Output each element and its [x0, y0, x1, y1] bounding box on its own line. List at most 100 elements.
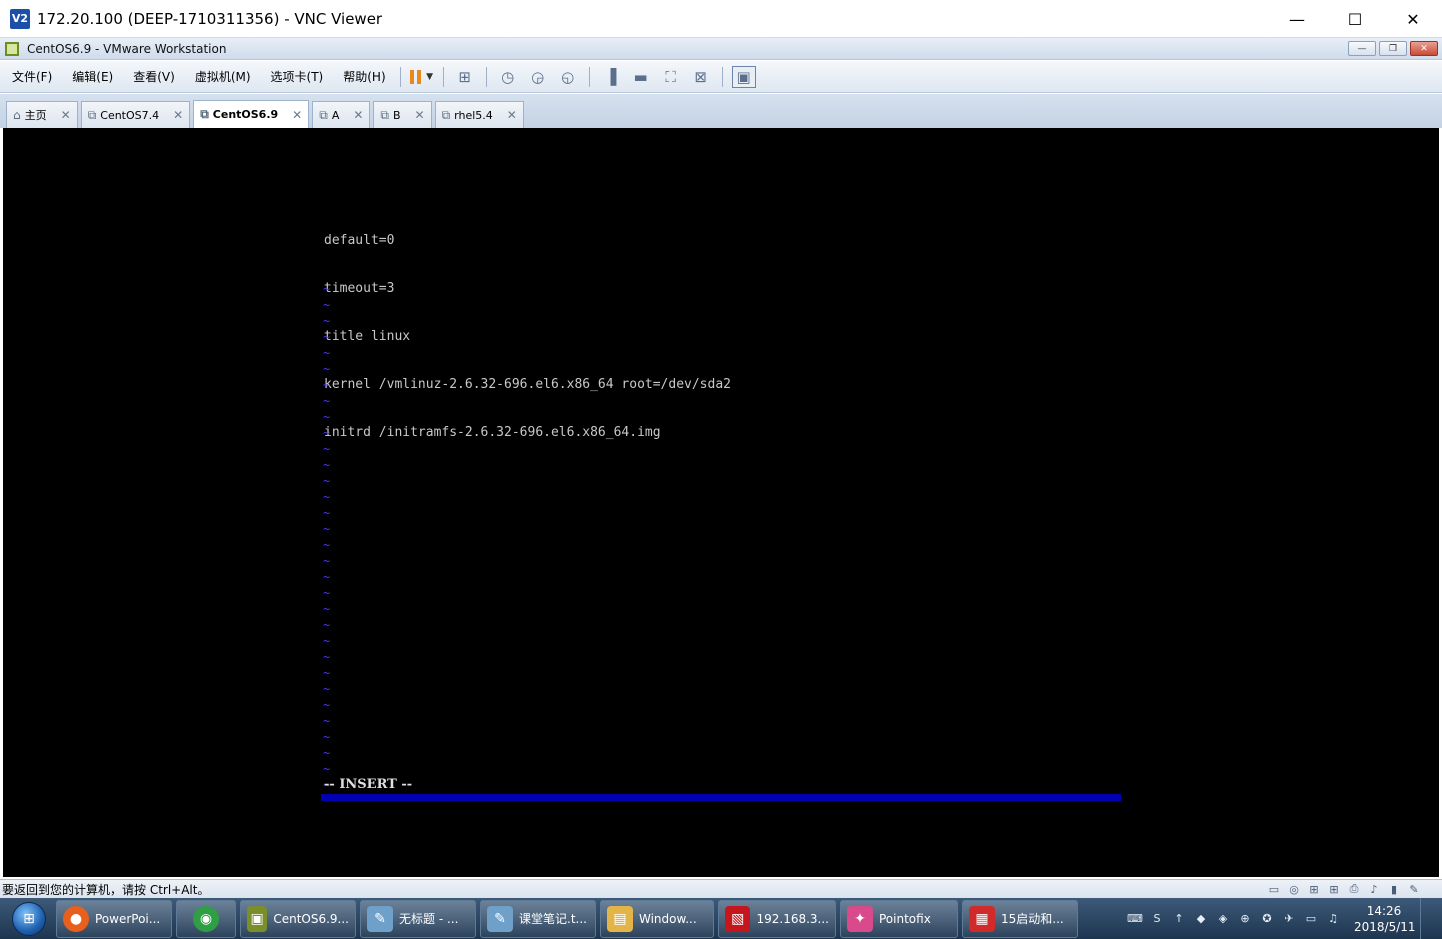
thumbnail-bar-button[interactable]: ▬ — [629, 66, 653, 88]
tab-centos69[interactable]: ⧉ CentOS6.9 ✕ — [193, 100, 310, 128]
network-adapter-icon[interactable]: ⊞ — [1306, 881, 1322, 897]
taskbar-item-vmware[interactable]: ▣ CentOS6.9... — [240, 899, 356, 938]
minimize-button[interactable]: — — [1268, 0, 1326, 38]
taskbar-item-label: 15启动和... — [1001, 912, 1064, 926]
tab-a[interactable]: ⧉ A ✕ — [312, 101, 371, 128]
keyboard-icon[interactable]: ⌨ — [1126, 910, 1144, 928]
vm-icon: ⧉ — [380, 107, 389, 122]
vnc-window-title: 172.20.100 (DEEP-1710311356) - VNC Viewe… — [37, 9, 383, 28]
vmware-window-title: CentOS6.9 - VMware Workstation — [27, 41, 227, 56]
app-tray-icon[interactable]: ◈ — [1214, 910, 1232, 928]
tab-centos74[interactable]: ⧉ CentOS7.4 ✕ — [80, 101, 191, 128]
tab-b[interactable]: ⧉ B ✕ — [373, 101, 432, 128]
clock-date: 2018/5/11 — [1354, 919, 1416, 934]
tab-home[interactable]: ⌂ 主页 ✕ — [6, 101, 78, 128]
menu-help[interactable]: 帮助(H) — [331, 68, 393, 85]
tab-close-icon[interactable]: ✕ — [415, 108, 425, 122]
maximize-button[interactable]: ☐ — [1326, 0, 1384, 38]
message-icon[interactable]: ✎ — [1406, 881, 1422, 897]
chevron-down-icon: ▼ — [426, 71, 434, 82]
app-tray-icon[interactable]: ⊕ — [1236, 910, 1254, 928]
tab-rhel54[interactable]: ⧉ rhel5.4 ✕ — [434, 101, 524, 128]
pause-icon — [410, 69, 424, 84]
tilde-marker: ~ — [323, 362, 331, 376]
app-tray-icon[interactable]: ✪ — [1258, 910, 1276, 928]
vmware-close-button[interactable]: ✕ — [1410, 41, 1438, 56]
menu-toolbar: 文件(F) 编辑(E) 查看(V) 虚拟机(M) 选项卡(T) 帮助(H) ▼ … — [0, 61, 1442, 93]
taskbar-item-chrome[interactable]: ◉ — [176, 899, 236, 938]
app-tray-icon[interactable]: ◆ — [1192, 910, 1210, 928]
menu-vm[interactable]: 虚拟机(M) — [183, 68, 259, 85]
taskbar-item-label: Window... — [639, 911, 697, 926]
tilde-marker: ~ — [323, 650, 331, 664]
pause-button[interactable]: ▼ — [410, 66, 434, 88]
tilde-marker: ~ — [323, 666, 331, 680]
tilde-marker: ~ — [323, 346, 331, 360]
snapshot-button[interactable]: ◷ — [496, 66, 520, 88]
snapshot-manager-button[interactable]: ◵ — [556, 66, 580, 88]
sogou-input-icon[interactable]: S — [1148, 910, 1166, 928]
taskbar-item-remote-desktop[interactable]: ▧ 192.168.3... — [718, 899, 836, 938]
tilde-marker: ~ — [323, 746, 331, 760]
toolbar-separator — [721, 66, 723, 87]
printer-icon[interactable]: ⎙ — [1346, 881, 1362, 897]
send-ctrl-alt-del-button[interactable]: ⊞ — [453, 66, 477, 88]
tab-close-icon[interactable]: ✕ — [292, 108, 302, 122]
taskbar-item-label: CentOS6.9... — [273, 911, 349, 926]
vmware-restore-button[interactable]: ❐ — [1379, 41, 1407, 56]
tab-close-icon[interactable]: ✕ — [173, 108, 183, 122]
pdf-icon: ▦ — [969, 905, 995, 932]
revert-snapshot-button[interactable]: ◶ — [526, 66, 550, 88]
tilde-marker: ~ — [323, 490, 331, 504]
vm-icon: ⧉ — [200, 107, 209, 121]
tilde-marker: ~ — [323, 538, 331, 552]
taskbar-item-firefox[interactable]: ● PowerPoi... — [56, 899, 172, 938]
taskbar-item-notepad-untitled[interactable]: ✎ 无标题 - ... — [360, 899, 476, 938]
hard-disk-icon[interactable]: ▭ — [1266, 881, 1282, 897]
upload-icon[interactable]: ↑ — [1170, 910, 1188, 928]
taskbar-item-explorer[interactable]: ▤ Window... — [600, 899, 714, 938]
toolbar-separator — [485, 66, 487, 87]
show-library-button[interactable]: ▐ — [599, 66, 623, 88]
network-adapter-icon[interactable]: ⊞ — [1326, 881, 1342, 897]
menu-edit[interactable]: 编辑(E) — [60, 68, 121, 85]
tilde-marker: ~ — [323, 506, 331, 520]
fullscreen-icon: ⛶ — [665, 67, 676, 86]
start-button[interactable]: ⊞ — [6, 900, 52, 938]
buffer-line: timeout=3 — [324, 281, 395, 296]
tab-close-icon[interactable]: ✕ — [61, 108, 71, 122]
usb-icon[interactable]: ▮ — [1386, 881, 1402, 897]
taskbar-clock[interactable]: 14:26 2018/5/11 — [1354, 903, 1416, 935]
tilde-marker: ~ — [323, 282, 331, 296]
menu-file[interactable]: 文件(F) — [0, 68, 60, 85]
vm-icon: ⧉ — [87, 107, 97, 122]
menu-view[interactable]: 查看(V) — [121, 68, 183, 85]
close-button[interactable]: ✕ — [1384, 0, 1442, 38]
vmware-minimize-button[interactable]: — — [1348, 41, 1376, 56]
tab-close-icon[interactable]: ✕ — [353, 108, 363, 122]
network-icon[interactable]: ▭ — [1302, 910, 1320, 928]
taskbar-item-pdf[interactable]: ▦ 15启动和... — [962, 899, 1078, 938]
sound-icon[interactable]: ♪ — [1366, 881, 1382, 897]
taskbar-item-notepad-notes[interactable]: ✎ 课堂笔记.t... — [480, 899, 596, 938]
menu-tabs[interactable]: 选项卡(T) — [259, 68, 332, 85]
vm-console[interactable]: default=0 timeout=3 title linux kernel /… — [3, 128, 1439, 877]
tilde-marker: ~ — [323, 618, 331, 632]
sidebar-icon: ▐ — [604, 67, 617, 86]
tilde-marker: ~ — [323, 586, 331, 600]
tab-close-icon[interactable]: ✕ — [507, 108, 517, 122]
release-hint-text: 要返回到您的计算机，请按 Ctrl+Alt。 — [2, 882, 210, 897]
fullscreen-button[interactable]: ⛶ — [659, 66, 683, 88]
console-view-button[interactable]: ▣ — [731, 65, 756, 88]
show-desktop-button[interactable] — [1420, 898, 1434, 939]
system-tray: ⌨ S ↑ ◆ ◈ ⊕ ✪ ✈ ▭ ♫ 14:26 2018/5/11 — [1124, 898, 1442, 939]
clock-manager-icon: ◵ — [561, 67, 575, 86]
tilde-marker: ~ — [323, 458, 331, 472]
app-tray-icon[interactable]: ✈ — [1280, 910, 1298, 928]
taskbar-item-pointofix[interactable]: ✦ Pointofix — [840, 899, 958, 938]
unity-button[interactable]: ⊠ — [689, 66, 713, 88]
cd-drive-icon[interactable]: ◎ — [1286, 881, 1302, 897]
tilde-marker: ~ — [323, 298, 331, 312]
volume-icon[interactable]: ♫ — [1324, 910, 1342, 928]
chrome-icon: ◉ — [193, 905, 219, 932]
